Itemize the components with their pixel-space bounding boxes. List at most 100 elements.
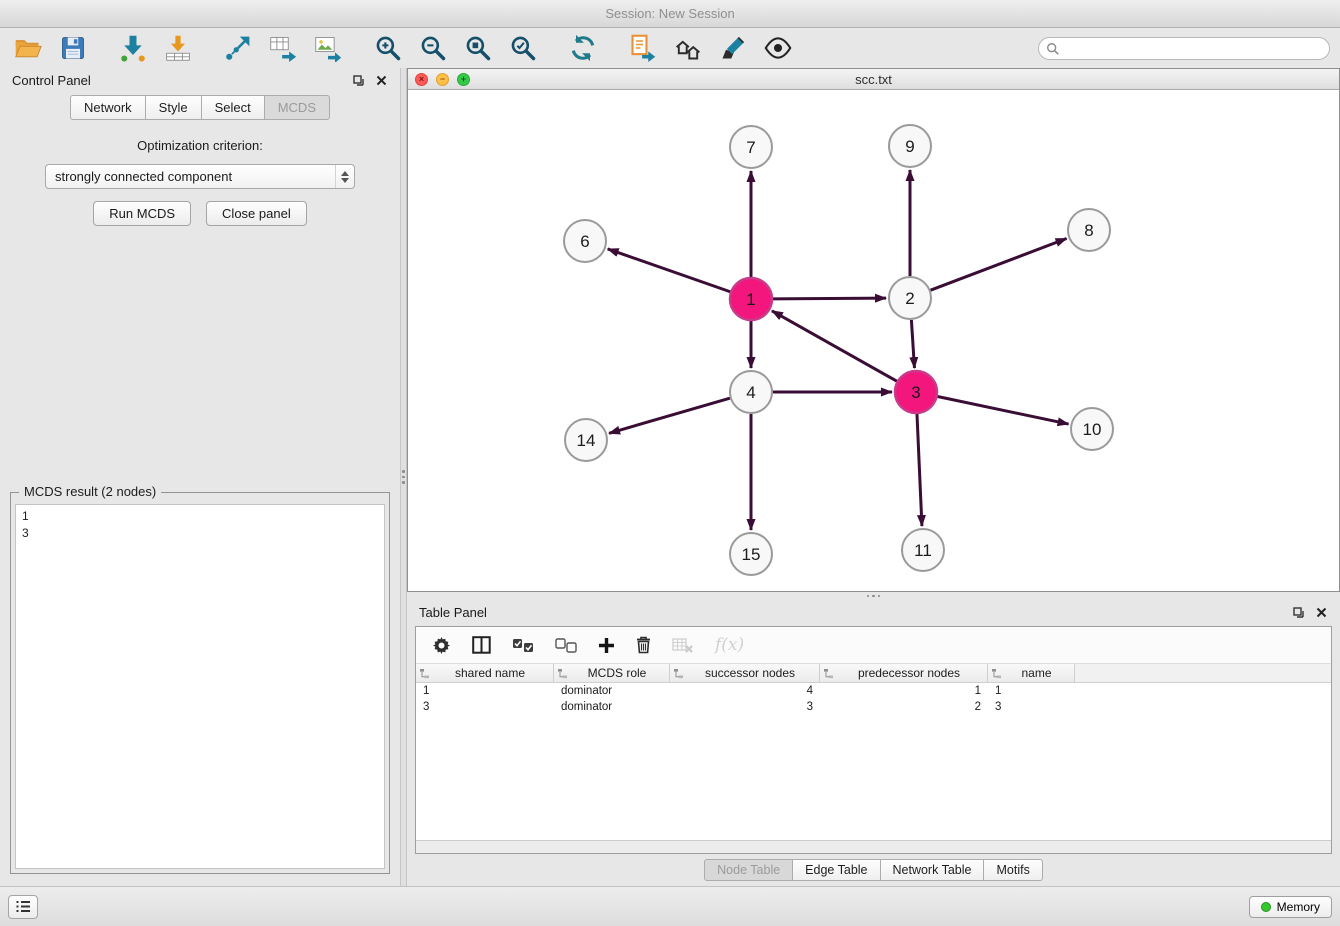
horizontal-splitter[interactable]: [407, 592, 1340, 600]
graph-edge-2-8[interactable]: [931, 239, 1067, 291]
table-row[interactable]: 3dominator323: [416, 699, 1331, 715]
tab-select[interactable]: Select: [201, 95, 265, 120]
delete-row-button[interactable]: [636, 636, 651, 654]
table-empty-area: [416, 715, 1331, 840]
graph-node-label-3: 3: [911, 383, 920, 402]
import-table-button[interactable]: [162, 33, 194, 63]
optimization-criterion-label: Optimization criterion:: [0, 138, 400, 153]
close-panel-button[interactable]: [375, 74, 388, 87]
app-titlebar: Session: New Session: [0, 0, 1340, 28]
sort-tree-icon: [991, 668, 1002, 679]
mcds-tab-content: Optimization criterion: strongly connect…: [0, 120, 400, 886]
column-header-shared-name[interactable]: shared name: [416, 664, 554, 682]
refresh-button[interactable]: [567, 33, 599, 63]
graph-node-label-8: 8: [1084, 221, 1093, 240]
deselect-all-button[interactable]: [555, 638, 577, 653]
save-button[interactable]: [57, 33, 89, 63]
export-table-button[interactable]: [267, 33, 299, 63]
graph-edge-3-1[interactable]: [772, 311, 897, 381]
sort-tree-icon: [673, 668, 684, 679]
delete-table-button: [672, 638, 694, 653]
zoom-fit-button[interactable]: [462, 33, 494, 63]
zoom-window-button[interactable]: +: [457, 73, 470, 86]
graph-node-label-6: 6: [580, 232, 589, 251]
export-image-button[interactable]: [312, 33, 344, 63]
clipboard-button[interactable]: [627, 33, 659, 63]
zoom-in-button[interactable]: [372, 33, 404, 63]
eye-button[interactable]: [762, 33, 794, 63]
folder-open-button[interactable]: [12, 33, 44, 63]
zoom-out-icon: [419, 34, 447, 62]
function-builder-icon: f(x): [715, 635, 744, 655]
window-title: Session: New Session: [605, 6, 734, 21]
tab-style[interactable]: Style: [145, 95, 202, 120]
dropdown-selected-value: strongly connected component: [55, 169, 232, 184]
search-box: [1038, 37, 1330, 60]
network-window: scc.txt ×−+ 7968124314101511: [407, 68, 1340, 592]
graph-edge-4-14[interactable]: [609, 398, 730, 433]
function-builder-button: f(x): [715, 635, 744, 655]
tab-node-table[interactable]: Node Table: [704, 859, 793, 881]
table-hscrollbar[interactable]: [416, 840, 1331, 853]
select-all-icon: [512, 638, 534, 653]
close-panel-button2[interactable]: Close panel: [206, 201, 307, 226]
graph-edge-3-10[interactable]: [938, 397, 1069, 425]
tab-edge-table[interactable]: Edge Table: [792, 859, 880, 881]
list-icon: [15, 900, 31, 913]
status-bar: Memory: [0, 886, 1340, 926]
minimize-window-button[interactable]: −: [436, 73, 449, 86]
column-header-successor-nodes[interactable]: successor nodes: [670, 664, 820, 682]
float-panel-button[interactable]: [352, 74, 365, 87]
home-button[interactable]: [672, 33, 704, 63]
select-all-button[interactable]: [512, 638, 534, 653]
memory-button[interactable]: Memory: [1249, 896, 1332, 918]
run-mcds-button[interactable]: Run MCDS: [93, 201, 191, 226]
network-canvas[interactable]: 7968124314101511: [408, 90, 1339, 591]
table-header-row: shared nameMCDS rolesuccessor nodesprede…: [416, 664, 1331, 683]
main-toolbar: [0, 28, 1340, 68]
table-tabs: Node TableEdge TableNetwork TableMotifs: [407, 859, 1340, 881]
graph-edge-2-3[interactable]: [911, 320, 914, 368]
graph-node-label-1: 1: [746, 290, 755, 309]
tab-motifs[interactable]: Motifs: [983, 859, 1042, 881]
column-label: name: [1002, 666, 1071, 680]
task-history-button[interactable]: [8, 895, 38, 919]
sort-tree-icon: [823, 668, 834, 679]
sort-tree-icon: [557, 668, 568, 679]
zoom-out-button[interactable]: [417, 33, 449, 63]
vertical-splitter[interactable]: [400, 68, 407, 886]
optimization-criterion-dropdown[interactable]: strongly connected component: [45, 164, 355, 189]
column-header-predecessor-nodes[interactable]: predecessor nodes: [820, 664, 988, 682]
tab-mcds[interactable]: MCDS: [264, 95, 330, 120]
style-button[interactable]: [717, 33, 749, 63]
add-row-button[interactable]: [598, 637, 615, 654]
column-header-mcds-role[interactable]: MCDS role: [554, 664, 670, 682]
column-header-filler: [1075, 664, 1331, 682]
table-cell: dominator: [554, 685, 670, 697]
tab-network-table[interactable]: Network Table: [880, 859, 985, 881]
close-table-panel-button[interactable]: [1315, 606, 1328, 619]
column-header-name[interactable]: name: [988, 664, 1075, 682]
settings-gear-button[interactable]: [432, 636, 451, 655]
zoom-selected-button[interactable]: [507, 33, 539, 63]
graph-edge-1-6[interactable]: [608, 249, 731, 292]
graph-node-label-11: 11: [914, 541, 932, 560]
import-network-button[interactable]: [117, 33, 149, 63]
close-window-button[interactable]: ×: [415, 73, 428, 86]
search-input[interactable]: [1038, 37, 1330, 60]
table-rows: 1dominator4113dominator323: [416, 683, 1331, 715]
tab-network[interactable]: Network: [70, 95, 146, 120]
float-table-panel-button[interactable]: [1292, 606, 1305, 619]
graph-edge-1-2[interactable]: [773, 298, 886, 299]
add-row-icon: [598, 637, 615, 654]
table-row[interactable]: 1dominator411: [416, 683, 1331, 699]
table-toolbar: f(x): [416, 627, 1331, 664]
columns-button[interactable]: [472, 636, 491, 654]
list-icon: [15, 900, 31, 913]
table-cell: 3: [988, 701, 1075, 713]
graph-node-label-9: 9: [905, 137, 914, 156]
export-network-button[interactable]: [222, 33, 254, 63]
float-icon: [1293, 607, 1304, 618]
graph-edge-3-11[interactable]: [917, 414, 922, 526]
zoom-fit-icon: [464, 34, 492, 62]
